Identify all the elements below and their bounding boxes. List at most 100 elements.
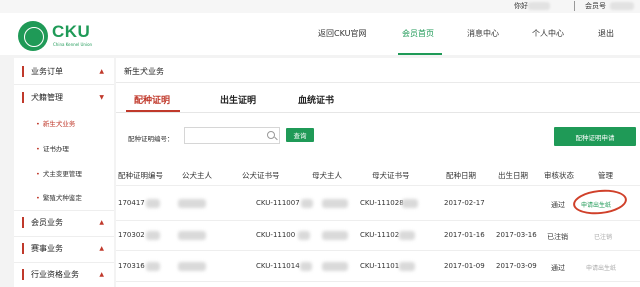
sidebar-section-label: 行业资格业务 — [31, 270, 79, 279]
sidebar-section-event-business[interactable]: 赛事业务 ▲ — [14, 238, 114, 259]
divider — [14, 210, 114, 211]
redacted — [399, 262, 415, 271]
nav-logout[interactable]: 退出 — [598, 28, 614, 39]
divider — [116, 281, 640, 282]
redacted — [402, 199, 418, 208]
review-status: 通过 — [551, 264, 565, 272]
tab-birth-certificate[interactable]: 出生证明 — [220, 93, 256, 106]
dam-owner-redacted — [322, 262, 348, 271]
redacted — [146, 262, 160, 271]
section-marker — [22, 269, 24, 280]
search-label: 配种证明编号： — [128, 135, 174, 143]
username-redacted — [528, 2, 550, 10]
birth-date: 2017-03-09 — [496, 262, 537, 270]
bullet-icon: • — [36, 145, 40, 153]
column-header: 审核状态 — [544, 171, 574, 180]
sidebar-section-label: 赛事业务 — [31, 244, 63, 253]
search-input[interactable] — [184, 127, 280, 144]
member-number-label: 会员号 — [585, 2, 606, 10]
column-header: 母犬主人 — [312, 171, 342, 180]
section-marker — [22, 92, 24, 103]
section-marker — [22, 243, 24, 254]
sidebar-section-industry-qualification[interactable]: 行业资格业务 ▲ — [14, 264, 114, 285]
expand-arrow-icon: ▲ — [99, 68, 104, 75]
column-header: 出生日期 — [498, 171, 528, 180]
nav-active-indicator — [398, 53, 442, 55]
redacted — [146, 231, 160, 240]
sire-cert-number: CKU-111007 — [256, 199, 300, 207]
sire-cert-number: CKU-111014 — [256, 262, 300, 270]
sidebar-item-breed-assessment[interactable]: • 繁殖犬种鉴定 — [36, 192, 82, 202]
sidebar-item-label: 犬主变更管理 — [42, 170, 82, 178]
highlight-circle-annotation — [571, 187, 629, 217]
divider — [116, 112, 640, 113]
sidebar: 业务订单 ▲ 犬籍管理 ▼ • 新生犬业务 • 证书办理 • 犬主变更管理 • 繁殖犬种… — [14, 58, 114, 287]
divider — [14, 236, 114, 237]
divider — [116, 250, 640, 251]
brand-subtitle: China Kennel Union — [53, 42, 93, 47]
mating-date: 2017-02-17 — [444, 199, 485, 207]
divider — [574, 1, 575, 11]
expand-arrow-icon: ▲ — [99, 219, 104, 226]
redacted — [399, 231, 415, 240]
tab-pedigree-certificate[interactable]: 血统证书 — [298, 93, 334, 106]
main-panel: 新生犬业务 配种证明 出生证明 血统证书 配种证明编号： 查询 配种证明申请 配… — [116, 58, 640, 287]
sidebar-section-dog-registry[interactable]: 犬籍管理 ▼ — [14, 87, 114, 108]
dam-owner-redacted — [322, 199, 348, 208]
sidebar-item-label: 新生犬业务 — [42, 120, 76, 128]
nav-message-center[interactable]: 消息中心 — [467, 28, 499, 39]
redacted — [298, 231, 310, 240]
sidebar-section-member-business[interactable]: 会员业务 ▲ — [14, 212, 114, 233]
apply-mating-certificate-button[interactable]: 配种证明申请 — [554, 127, 636, 146]
greeting-text: 你好 — [514, 2, 528, 10]
review-status: 通过 — [551, 201, 565, 209]
column-header: 配种日期 — [446, 171, 476, 180]
dam-cert-number: CKU-111028 — [360, 199, 404, 207]
mating-date: 2017-01-09 — [444, 262, 485, 270]
divider — [14, 262, 114, 263]
column-header: 公犬证书号 — [242, 171, 280, 180]
site-header: CKU China Kennel Union 返回CKU官网 会员首页 消息中心… — [0, 13, 640, 55]
sidebar-item-label: 繁殖犬种鉴定 — [42, 194, 82, 202]
mating-date: 2017-01-16 — [444, 231, 485, 239]
sire-owner-redacted — [178, 199, 206, 208]
divider — [116, 82, 640, 83]
dam-owner-redacted — [322, 231, 348, 240]
expand-arrow-icon: ▲ — [99, 245, 104, 252]
column-header: 管理 — [598, 171, 613, 180]
mating-cert-number: 170302 — [118, 231, 145, 239]
column-header: 母犬证书号 — [372, 171, 410, 180]
birth-date: 2017-03-16 — [496, 231, 537, 239]
review-status: 已注销 — [547, 233, 568, 241]
page-title: 新生犬业务 — [124, 67, 164, 76]
search-icon[interactable] — [267, 131, 275, 139]
mating-cert-number: 170316 — [118, 262, 145, 270]
query-button[interactable]: 查询 — [286, 128, 314, 142]
nav-member-home[interactable]: 会员首页 — [402, 28, 434, 39]
redacted — [146, 199, 160, 208]
bullet-icon: • — [36, 170, 40, 178]
sidebar-section-business-orders[interactable]: 业务订单 ▲ — [14, 61, 114, 82]
section-marker — [22, 66, 24, 77]
brand-name[interactable]: CKU — [52, 22, 90, 42]
tab-mating-certificate[interactable]: 配种证明 — [134, 93, 170, 106]
apply-birth-certificate-link[interactable]: 申请出生纸 — [586, 263, 616, 272]
dam-cert-number: CKU-11101 — [360, 262, 400, 270]
sidebar-section-label: 业务订单 — [31, 67, 63, 76]
divider — [116, 185, 640, 186]
sidebar-item-newborn[interactable]: • 新生犬业务 — [36, 118, 75, 128]
sire-cert-number: CKU-11100 — [256, 231, 296, 239]
cancelled-action: 已注销 — [594, 234, 613, 241]
bullet-icon: • — [36, 120, 40, 128]
nav-back-to-cku[interactable]: 返回CKU官网 — [318, 28, 366, 39]
dam-cert-number: CKU-11102 — [360, 231, 400, 239]
mating-cert-number: 170417 — [118, 199, 145, 207]
sidebar-item-owner-change[interactable]: • 犬主变更管理 — [36, 168, 82, 178]
sire-owner-redacted — [178, 231, 206, 240]
redacted — [301, 199, 313, 208]
redacted — [300, 262, 312, 271]
cku-logo-icon[interactable] — [18, 21, 48, 51]
expand-arrow-icon: ▲ — [99, 271, 104, 278]
nav-personal-center[interactable]: 个人中心 — [532, 28, 564, 39]
sidebar-item-certificate[interactable]: • 证书办理 — [36, 143, 69, 153]
